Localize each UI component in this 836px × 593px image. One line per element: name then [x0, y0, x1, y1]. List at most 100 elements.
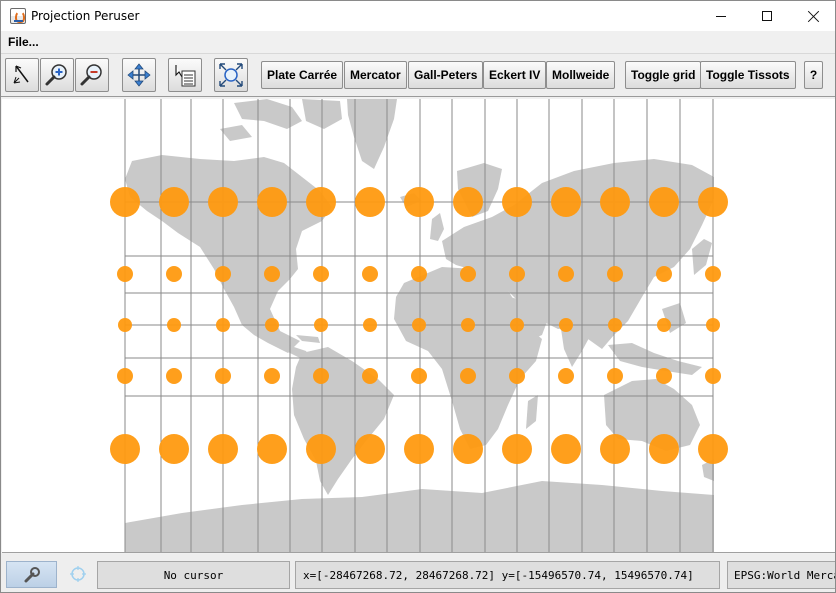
cursor-readout: No cursor: [97, 561, 290, 589]
crs-readout: EPSG:World Mercator: [727, 561, 835, 589]
projection-mollweide-button[interactable]: Mollweide: [546, 61, 616, 89]
toggle-grid-button[interactable]: Toggle grid: [625, 61, 702, 89]
tissot-circle: [411, 368, 427, 384]
wrench-icon: [24, 566, 40, 582]
tissot-circle: [363, 318, 377, 332]
tissot-circle: [306, 434, 336, 464]
info-button[interactable]: [168, 58, 202, 92]
tissot-circle: [257, 434, 287, 464]
tissot-circle: [411, 266, 427, 282]
tissot-circle: [656, 266, 672, 282]
tissot-circle: [649, 187, 679, 217]
java-app-icon: [10, 8, 26, 24]
zoom-in-button[interactable]: [40, 58, 74, 92]
pan-button[interactable]: [122, 58, 156, 92]
tissot-circle: [118, 318, 132, 332]
tissot-circle: [453, 434, 483, 464]
tissot-circle: [502, 187, 532, 217]
settings-button[interactable]: [6, 561, 57, 588]
tissot-circle: [509, 266, 525, 282]
tissot-circle: [551, 434, 581, 464]
tissot-circle: [698, 187, 728, 217]
toggle-tissots-button[interactable]: Toggle Tissots: [700, 61, 796, 89]
tissot-circle: [509, 368, 525, 384]
tissot-circle: [558, 368, 574, 384]
tissot-circle: [698, 434, 728, 464]
tissot-circle: [117, 266, 133, 282]
tissot-circle: [461, 318, 475, 332]
minimize-button[interactable]: [698, 1, 744, 31]
tissot-circle: [460, 368, 476, 384]
minimize-icon: [716, 15, 726, 17]
pan-arrows-icon: [127, 63, 151, 87]
menu-bar: File...: [1, 31, 835, 53]
tissot-circle: [167, 318, 181, 332]
tissot-circle: [264, 368, 280, 384]
tissot-circle: [502, 434, 532, 464]
tissot-circle: [110, 187, 140, 217]
help-button[interactable]: ?: [804, 61, 823, 89]
arrow-pointer-icon: [13, 65, 29, 84]
close-icon: [807, 10, 820, 23]
tissot-circle: [453, 187, 483, 217]
close-button[interactable]: [790, 1, 835, 31]
tissot-circle: [600, 187, 630, 217]
zoom-extent-button[interactable]: [214, 58, 248, 92]
projection-mercator-button[interactable]: Mercator: [344, 61, 407, 89]
tissot-circle: [355, 434, 385, 464]
menu-file[interactable]: File...: [8, 35, 39, 49]
status-bar: No cursor x=[-28467268.72, 28467268.72] …: [1, 554, 835, 592]
maximize-icon: [762, 11, 772, 21]
tissot-circle: [649, 434, 679, 464]
tissot-circle: [314, 318, 328, 332]
tissot-circle: [460, 266, 476, 282]
projection-eckert-iv-button[interactable]: Eckert IV: [483, 61, 547, 89]
tissot-circle: [551, 187, 581, 217]
tissot-circle: [159, 434, 189, 464]
map-canvas[interactable]: [2, 99, 835, 553]
tissot-circle: [362, 266, 378, 282]
tissot-circle: [559, 318, 573, 332]
tissot-circle: [208, 434, 238, 464]
world-map: [110, 99, 728, 552]
tissot-circle: [265, 318, 279, 332]
info-cursor-icon: [175, 65, 196, 87]
tissot-circle: [607, 266, 623, 282]
tissot-circle: [306, 187, 336, 217]
zoom-out-button[interactable]: [75, 58, 109, 92]
tissot-circle: [313, 266, 329, 282]
zoom-extent-icon: [219, 63, 243, 87]
tissot-circle: [656, 368, 672, 384]
tissot-circle: [412, 318, 426, 332]
tissot-circle: [159, 187, 189, 217]
tissot-circle: [558, 266, 574, 282]
tissot-circle: [216, 318, 230, 332]
title-bar[interactable]: Projection Peruser: [1, 1, 835, 31]
tissot-circle: [705, 266, 721, 282]
tissot-circle: [706, 318, 720, 332]
select-tool-button[interactable]: [5, 58, 39, 92]
tissot-circle: [208, 187, 238, 217]
tissot-circle: [110, 434, 140, 464]
tissot-circle: [355, 187, 385, 217]
zoom-in-icon: [45, 64, 67, 86]
maximize-button[interactable]: [744, 1, 790, 31]
tissot-circle: [705, 368, 721, 384]
tissot-circle: [166, 266, 182, 282]
tissot-circle: [600, 434, 630, 464]
crosshair-icon: [69, 565, 87, 583]
tissot-circle: [510, 318, 524, 332]
zoom-out-icon: [80, 64, 102, 86]
app-window: Projection Peruser File... Plate Carrée …: [0, 0, 836, 593]
tissot-circle: [257, 187, 287, 217]
projection-gall-peters-button[interactable]: Gall-Peters: [408, 61, 484, 89]
extent-readout: x=[-28467268.72, 28467268.72] y=[-154965…: [295, 561, 720, 589]
window-title: Projection Peruser: [31, 9, 140, 23]
tissot-circle: [313, 368, 329, 384]
tissot-circle: [404, 187, 434, 217]
tissot-circle: [657, 318, 671, 332]
tissot-circle: [166, 368, 182, 384]
projection-plate-carree-button[interactable]: Plate Carrée: [261, 61, 344, 89]
tissot-circle: [608, 318, 622, 332]
tissot-circle: [264, 266, 280, 282]
